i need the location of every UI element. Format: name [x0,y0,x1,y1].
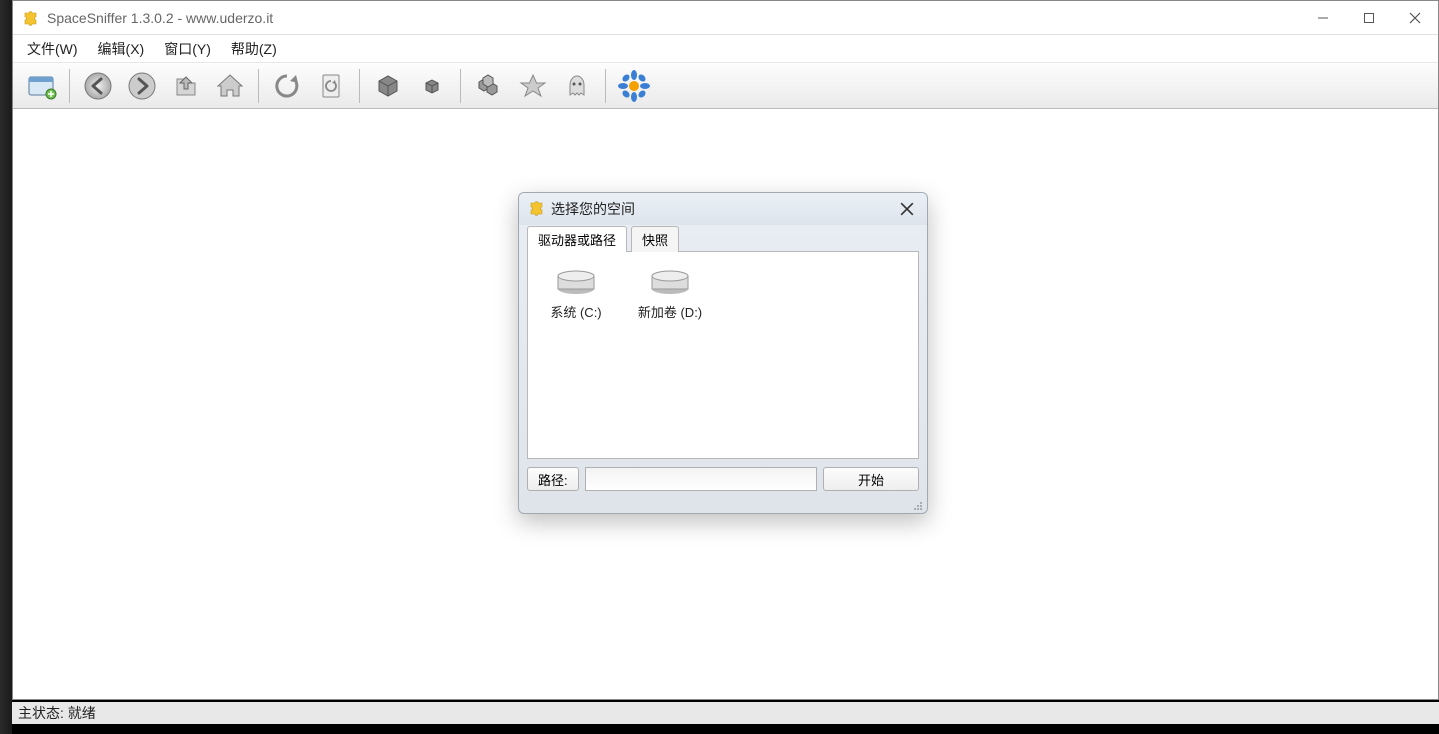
toolbar-separator [605,69,606,103]
select-space-dialog: 选择您的空间 驱动器或路径 快照 系统 (C:) 新加卷 (D:) 路径: 开始 [518,192,928,514]
drive-item-c[interactable]: 系统 (C:) [538,262,614,325]
menu-window[interactable]: 窗口(Y) [154,35,221,63]
drive-label: 新加卷 (D:) [632,302,708,321]
forward-button[interactable] [122,66,162,106]
drive-label: 系统 (C:) [538,302,614,321]
desktop-edge [0,0,12,734]
status-label: 主状态: [18,703,64,723]
dialog-close-button[interactable] [893,197,921,221]
app-puzzle-icon [23,10,39,26]
refresh-button[interactable] [267,66,307,106]
window-controls [1300,1,1438,34]
dialog-title: 选择您的空间 [551,199,635,219]
maximize-button[interactable] [1346,1,1392,34]
menu-help[interactable]: 帮助(Z) [221,35,287,63]
path-input[interactable] [585,467,817,491]
path-label-button[interactable]: 路径: [527,467,579,491]
ghost-files-button[interactable] [557,66,597,106]
toolbar [13,63,1438,109]
titlebar: SpaceSniffer 1.3.0.2 - www.uderzo.it [13,1,1438,35]
dialog-tabs: 驱动器或路径 快照 [519,225,927,251]
toolbar-separator [359,69,360,103]
back-button[interactable] [78,66,118,106]
small-blocks-button[interactable] [412,66,452,106]
drive-icon [648,266,692,296]
start-button[interactable]: 开始 [823,467,919,491]
home-button[interactable] [210,66,250,106]
tag-filter-button[interactable] [469,66,509,106]
resize-grip[interactable] [519,501,927,513]
status-bar: 主状态: 就绪 [12,702,1439,724]
minimize-button[interactable] [1300,1,1346,34]
menu-edit[interactable]: 编辑(X) [88,35,155,63]
reload-page-button[interactable] [311,66,351,106]
favorites-button[interactable] [513,66,553,106]
dialog-titlebar[interactable]: 选择您的空间 [519,193,927,225]
dialog-footer: 路径: 开始 [519,467,927,501]
tab-snapshot[interactable]: 快照 [631,226,679,252]
window-title: SpaceSniffer 1.3.0.2 - www.uderzo.it [47,10,273,26]
about-button[interactable] [614,66,654,106]
close-button[interactable] [1392,1,1438,34]
status-value: 就绪 [68,703,96,723]
toolbar-separator [460,69,461,103]
drive-icon [554,266,598,296]
new-view-button[interactable] [21,66,61,106]
toolbar-separator [69,69,70,103]
menubar: 文件(W) 编辑(X) 窗口(Y) 帮助(Z) [13,35,1438,63]
toolbar-separator [258,69,259,103]
dialog-puzzle-icon [529,200,545,219]
drive-list: 系统 (C:) 新加卷 (D:) [527,251,919,459]
drive-item-d[interactable]: 新加卷 (D:) [632,262,708,325]
large-blocks-button[interactable] [368,66,408,106]
tab-drives[interactable]: 驱动器或路径 [527,226,627,252]
menu-file[interactable]: 文件(W) [17,35,88,63]
go-up-button[interactable] [166,66,206,106]
